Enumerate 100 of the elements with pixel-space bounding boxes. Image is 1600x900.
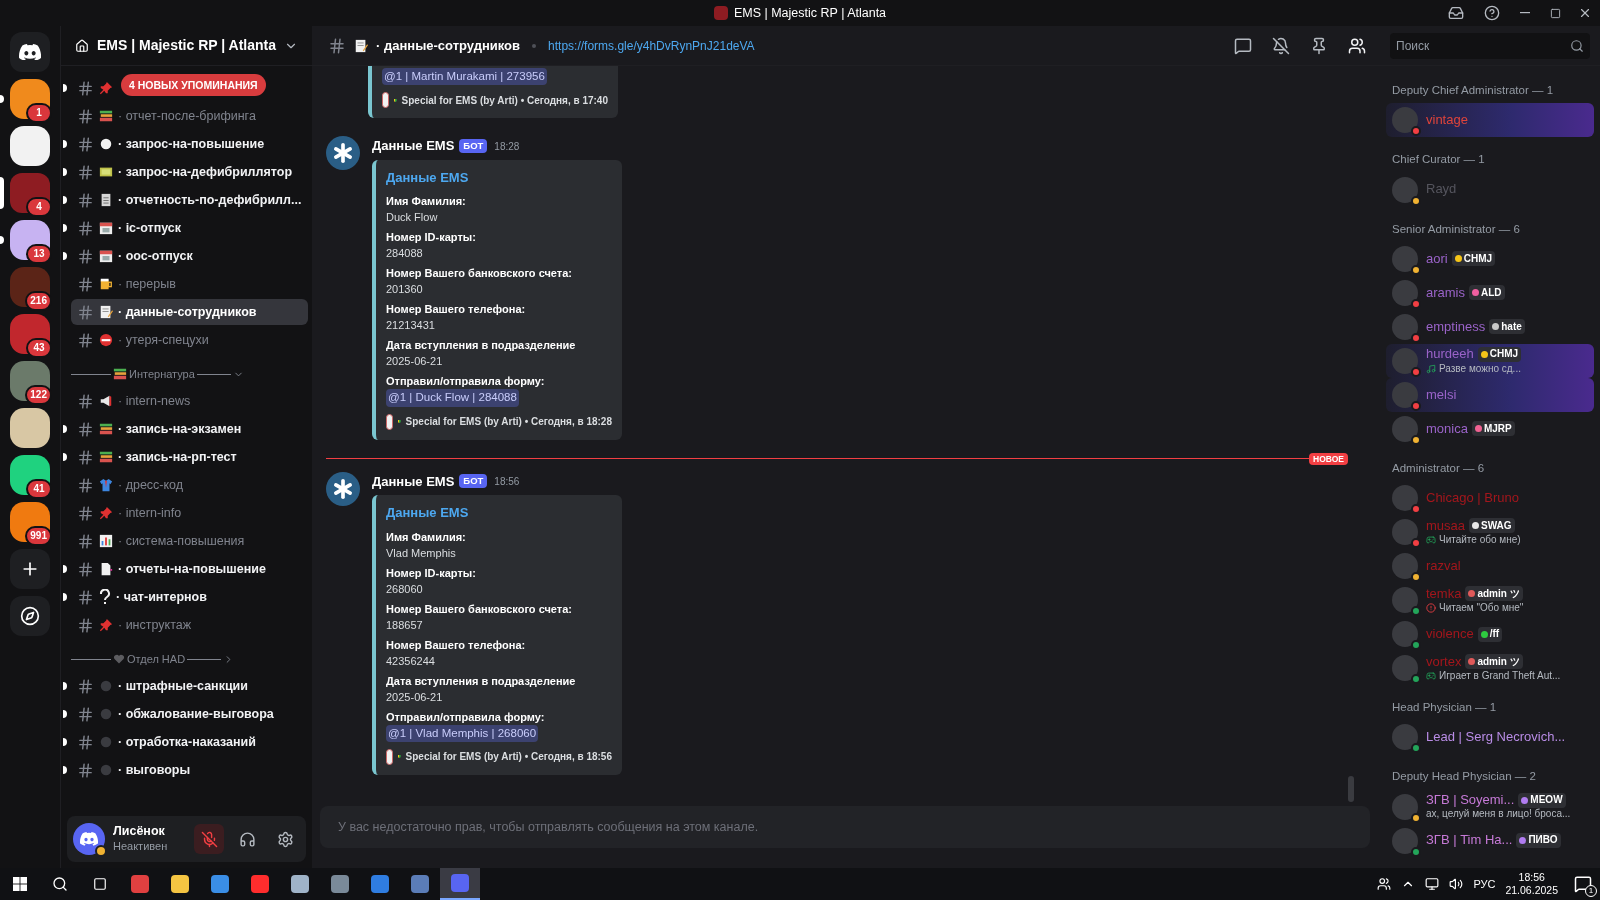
field-value: 2025-06-21 bbox=[386, 354, 444, 370]
channel-name: · intern-news bbox=[118, 392, 191, 410]
bot-tag: БОТ bbox=[459, 474, 488, 489]
channel-title: · данные-сотрудников bbox=[376, 36, 521, 55]
member-activity: Читаем "Обо мне" bbox=[1439, 601, 1524, 615]
member-name: monica bbox=[1426, 420, 1468, 437]
message-time: 18:28 bbox=[494, 139, 520, 154]
member-activity: Разве можно сд... bbox=[1439, 362, 1521, 376]
channel-name: · intern-info bbox=[118, 504, 182, 522]
member-name: musaa bbox=[1426, 517, 1466, 534]
member-name: ЗГВ | Tim Ha... bbox=[1426, 832, 1513, 849]
role-header: Administrator — 6 bbox=[1391, 460, 1486, 476]
field-value: 2025-06-21 bbox=[386, 689, 444, 705]
field-name: Номер ID-карты: bbox=[386, 230, 477, 246]
unread-count-badge: 4 bbox=[26, 197, 52, 217]
message-time: 18:56 bbox=[494, 474, 520, 489]
notification-count: 1 bbox=[1585, 885, 1597, 897]
member-name: ЗГВ | Soyemi... bbox=[1426, 792, 1515, 809]
window-title: EMS | Majestic RP | Atlanta bbox=[733, 4, 887, 22]
field-value: 284088 bbox=[386, 246, 424, 262]
tag-label: hate bbox=[1501, 320, 1522, 333]
field-value: Duck Flow bbox=[386, 210, 439, 226]
field-value: 21213431 bbox=[386, 318, 436, 334]
member-name: temka bbox=[1426, 585, 1462, 602]
field-name: Номер Вашего телефона: bbox=[386, 637, 527, 653]
channel-name: · выговоры bbox=[118, 761, 191, 779]
channel-name: · запрос-на-дефибриллятор bbox=[118, 163, 293, 181]
member-name: razval bbox=[1426, 557, 1461, 575]
field-name: Имя Фамилия: bbox=[386, 529, 467, 545]
member-name: vortex bbox=[1426, 653, 1462, 670]
role-header: Head Physician — 1 bbox=[1391, 700, 1498, 715]
unread-count-badge: 1 bbox=[26, 103, 52, 123]
channel-name: · запись-на-экзамен bbox=[118, 420, 242, 438]
tag-label: ПИВО bbox=[1528, 834, 1558, 847]
username: Лисёнок bbox=[113, 824, 166, 840]
role-header: Deputy Head Physician — 2 bbox=[1391, 769, 1537, 785]
unread-count-badge: 122 bbox=[25, 385, 52, 405]
unread-count-badge: 991 bbox=[25, 526, 52, 546]
tag-label: admin ツ bbox=[1477, 587, 1520, 600]
channel-name: · отработка-наказаний bbox=[118, 733, 256, 751]
field-name: Отправил/отправила форму: bbox=[386, 709, 546, 725]
field-value: 188657 bbox=[386, 617, 424, 633]
member-name: vintage bbox=[1426, 112, 1468, 129]
field-name: Имя Фамилия: bbox=[386, 194, 467, 210]
field-name: Отправил/отправила форму: bbox=[386, 374, 546, 390]
field-name: Номер Вашего телефона: bbox=[386, 302, 527, 318]
role-header: Senior Administrator — 6 bbox=[1391, 221, 1521, 237]
member-name: hurdeeh bbox=[1426, 346, 1474, 363]
category-name: Отдел HAD bbox=[127, 651, 186, 667]
tag-label: CHMJ bbox=[1463, 252, 1493, 265]
tag-label: MJRP bbox=[1483, 422, 1512, 435]
channel-name: · отчеты-на-повышение bbox=[118, 560, 266, 578]
field-value: 42356244 bbox=[386, 653, 436, 669]
tag-label: /ff bbox=[1489, 627, 1500, 641]
tag-label: CHMJ bbox=[1489, 348, 1519, 361]
bot-tag: БОТ bbox=[459, 139, 488, 153]
member-name: Lead | Serg Necrovich... bbox=[1426, 729, 1566, 746]
composer-notice: У вас недостаточно прав, чтобы отправлять сообщения на этом канале. bbox=[338, 818, 759, 836]
channel-name: · обжалование-выговора bbox=[118, 705, 274, 723]
member-name: Chicago | Bruno bbox=[1426, 489, 1519, 507]
channel-name: · ic-отпуск bbox=[118, 219, 182, 237]
tag-label: ALD bbox=[1481, 286, 1502, 299]
field-value: 201360 bbox=[386, 282, 424, 298]
channel-name: · дресс-код bbox=[118, 476, 184, 494]
unread-count-badge: 41 bbox=[26, 479, 52, 499]
channel-name: · отчет-после-брифинга bbox=[118, 107, 256, 125]
field-name: Дата вступления в подразделение bbox=[386, 338, 577, 354]
member-activity: Читайте обо мне) bbox=[1439, 533, 1521, 547]
field-value: Vlad Memphis bbox=[386, 545, 457, 561]
member-name: melsi bbox=[1426, 386, 1457, 403]
server-name: EMS | Majestic RP | Atlanta bbox=[97, 36, 276, 55]
field-name: Дата вступления в подразделение bbox=[386, 673, 577, 689]
channel-name: · перерыв bbox=[118, 275, 176, 293]
member-name: aori bbox=[1426, 250, 1448, 267]
field-value: 268060 bbox=[386, 581, 424, 597]
field-name: Номер Вашего банковского счета: bbox=[386, 266, 573, 282]
channel-name: · система-повышения bbox=[118, 532, 245, 550]
channel-name: · запись-на-рп-тест bbox=[118, 448, 237, 466]
embed-footer: Special for EMS (by Arti) • Сегодня, в 17:40 bbox=[401, 92, 608, 108]
embed-footer: Special for EMS (by Arti) • Сегодня, в 18:28 bbox=[405, 414, 612, 429]
member-activity: Играет в Grand Theft Aut... bbox=[1439, 669, 1561, 683]
unread-count-badge: 216 bbox=[25, 291, 52, 311]
field-name: Номер Вашего банковского счета: bbox=[386, 601, 573, 617]
member-activity: ах, целуй меня в лицо! броса... bbox=[1426, 808, 1571, 821]
unread-count-badge: 13 bbox=[26, 244, 52, 264]
role-header: Chief Curator — 1 bbox=[1391, 152, 1486, 168]
category-name: Интернатура bbox=[129, 366, 195, 382]
channel-name: · данные-сотрудников bbox=[118, 303, 257, 321]
embed-footer: Special for EMS (by Arti) • Сегодня, в 18:56 bbox=[405, 749, 612, 765]
channel-name: · утеря-спецухи bbox=[118, 331, 209, 349]
member-name: Rayd bbox=[1426, 181, 1457, 198]
channel-name: · запрос-на-повышение bbox=[118, 135, 265, 153]
channel-name: · штрафные-санкции bbox=[118, 677, 248, 695]
member-name: violence bbox=[1426, 625, 1474, 643]
field-name: Номер ID-карты: bbox=[386, 565, 477, 581]
unread-count-badge: 43 bbox=[26, 338, 52, 358]
user-status: Неактивен bbox=[113, 839, 169, 854]
member-name: aramis bbox=[1426, 284, 1465, 301]
channel-name: · чат-интернов bbox=[116, 588, 207, 606]
role-header: Deputy Chief Administrator — 1 bbox=[1391, 83, 1555, 98]
